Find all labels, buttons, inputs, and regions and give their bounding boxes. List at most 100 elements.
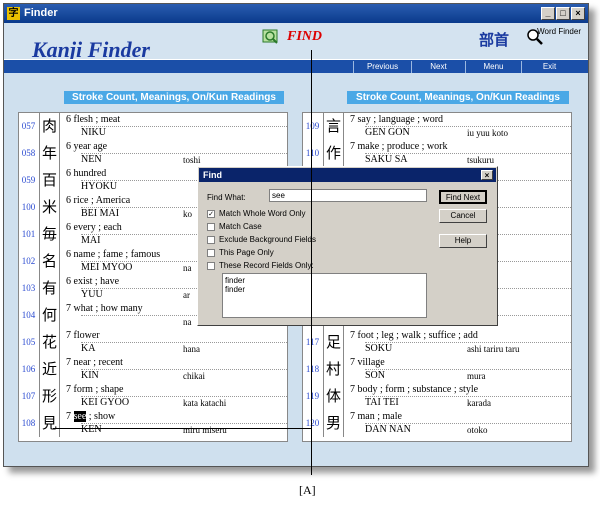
kanji-meaning: 7 flower: [66, 330, 100, 341]
kanji-number: 106: [21, 364, 36, 374]
callout-label: [A]: [299, 483, 316, 497]
kanji-number: 101: [21, 229, 36, 239]
find-icon[interactable]: [262, 28, 282, 46]
find-next-button[interactable]: Find Next: [439, 190, 487, 204]
kun-reading: otoko: [467, 425, 488, 435]
kanji-row[interactable]: 109 言 7 say ; language ; word GEN GON iu yuu…: [303, 113, 571, 140]
kanji-row[interactable]: 105 花 7 flower KA hana: [19, 329, 287, 356]
left-pane-heading: Stroke Count, Meanings, On/Kun Readings: [64, 91, 284, 104]
minimize-button[interactable]: _: [541, 7, 555, 20]
match-whole-word-checkbox[interactable]: ✓ Match Whole Word Only: [207, 209, 306, 219]
next-button[interactable]: Next: [411, 61, 465, 73]
kanji-number: 108: [21, 418, 36, 428]
find-link[interactable]: FIND: [287, 29, 322, 45]
on-reading: SON: [365, 370, 386, 381]
kanji-character: 何: [39, 302, 60, 329]
find-dialog: Find × Find What: see Find Next Cancel He…: [197, 166, 498, 326]
kun-reading: tsukuru: [467, 155, 494, 165]
kanji-character: 花: [39, 329, 60, 356]
kanji-character: 名: [39, 248, 60, 275]
on-reading: SAKU SA: [365, 154, 408, 165]
kun-reading: mura: [467, 371, 486, 381]
exclude-background-checkbox[interactable]: Exclude Background Fields: [207, 235, 316, 245]
search-highlight: see: [73, 411, 87, 422]
on-reading: KEI GYOO: [81, 397, 130, 408]
kanji-number: 058: [21, 148, 36, 158]
kanji-character: 形: [39, 383, 60, 410]
kanji-character: 村: [323, 356, 344, 383]
kanji-character: 米: [39, 194, 60, 221]
kanji-row[interactable]: 120 男 7 man ; male DAN NAN otoko: [303, 410, 571, 437]
kanji-row[interactable]: 106 近 7 near ; recent KIN chikai: [19, 356, 287, 383]
kanji-row[interactable]: 107 形 7 form ; shape KEI GYOO kata katachi: [19, 383, 287, 410]
kanji-character: 足: [323, 329, 344, 356]
on-reading: YUU: [81, 289, 103, 300]
kanji-number: 104: [21, 310, 36, 320]
kanji-row[interactable]: 110 作 7 make ; produce ; work SAKU SA tsukur…: [303, 140, 571, 167]
on-reading: TAI TEI: [365, 397, 399, 408]
kanji-number: 100: [21, 202, 36, 212]
kanji-meaning: 7 foot ; leg ; walk ; suffice ; add: [350, 330, 478, 341]
kanji-meaning: 7 say ; language ; word: [350, 114, 444, 125]
previous-button[interactable]: Previous: [353, 61, 411, 73]
menu-button[interactable]: Menu: [465, 61, 521, 73]
cancel-button[interactable]: Cancel: [439, 209, 487, 223]
kanji-row[interactable]: 057 肉 6 flesh ; meat NIKU: [19, 113, 287, 140]
kanji-meaning: 6 year age: [66, 141, 108, 152]
on-reading: MEI MYOO: [81, 262, 133, 273]
find-dialog-title[interactable]: Find ×: [199, 168, 496, 182]
kanji-character: 見: [39, 410, 60, 437]
window-title: Finder: [24, 7, 58, 19]
kanji-app-icon: 字: [7, 7, 20, 20]
on-reading: SOKU: [365, 343, 393, 354]
exit-button[interactable]: Exit: [521, 61, 577, 73]
kanji-number: 105: [21, 337, 36, 347]
kanji-character: 体: [323, 383, 344, 410]
callout-arrow: [53, 428, 311, 429]
kun-reading: karada: [467, 398, 491, 408]
check-icon: ✓: [207, 209, 215, 218]
close-button[interactable]: ×: [571, 7, 585, 20]
record-fields-only-checkbox[interactable]: These Record Fields Only:: [207, 261, 314, 271]
kanji-number: 110: [305, 148, 320, 158]
kanji-row[interactable]: 117 足 7 foot ; leg ; walk ; suffice ; add S…: [303, 329, 571, 356]
kanji-number: 117: [305, 337, 320, 347]
on-reading: HYOKU: [81, 181, 118, 192]
kanji-character: 肉: [39, 113, 60, 140]
nav-bar: Previous Next Menu Exit: [4, 59, 588, 73]
dialog-close-icon[interactable]: ×: [481, 170, 493, 180]
kanji-character: 男: [323, 410, 344, 437]
kanji-meaning: 7 see ; show: [66, 411, 116, 422]
record-fields-list[interactable]: finder finder: [222, 273, 427, 318]
on-reading: [81, 316, 176, 328]
callout-line: [311, 50, 312, 475]
match-case-checkbox[interactable]: Match Case: [207, 222, 262, 232]
kun-reading: ashi tariru taru: [467, 344, 520, 354]
list-item[interactable]: finder: [225, 276, 424, 285]
bushu-link[interactable]: 部首: [479, 29, 509, 50]
find-what-input[interactable]: see: [269, 189, 427, 202]
maximize-button[interactable]: □: [556, 7, 570, 20]
on-reading: GEN GON: [365, 127, 410, 138]
kanji-character: 言: [323, 113, 344, 140]
kanji-character: 有: [39, 275, 60, 302]
kanji-meaning: 7 make ; produce ; work: [350, 141, 448, 152]
right-pane-heading: Stroke Count, Meanings, On/Kun Readings: [347, 91, 569, 104]
kanji-character: 作: [323, 140, 344, 167]
list-item[interactable]: finder: [225, 285, 424, 294]
kanji-character: 毎: [39, 221, 60, 248]
kanji-row-selected[interactable]: 108 見 7 see ; show KEN miru miseru: [19, 410, 287, 437]
title-bar[interactable]: 字 Finder _ □ ×: [4, 4, 588, 23]
this-page-only-checkbox[interactable]: This Page Only: [207, 248, 274, 258]
kanji-meaning: 7 village: [350, 357, 385, 368]
kanji-row[interactable]: 119 体 7 body ; form ; substance ; style TAI…: [303, 383, 571, 410]
word-finder-link[interactable]: Word Finder: [526, 27, 581, 37]
kanji-character: 年: [39, 140, 60, 167]
kanji-character: 近: [39, 356, 60, 383]
header: Kanji Finder FIND 部首 Word Finder: [4, 23, 588, 62]
kanji-row[interactable]: 118 村 7 village SON mura: [303, 356, 571, 383]
kanji-row[interactable]: 058 年 6 year age NEN toshi: [19, 140, 287, 167]
kanji-number: 118: [305, 364, 320, 374]
help-button[interactable]: Help: [439, 234, 487, 248]
on-reading: KEN: [81, 424, 102, 435]
